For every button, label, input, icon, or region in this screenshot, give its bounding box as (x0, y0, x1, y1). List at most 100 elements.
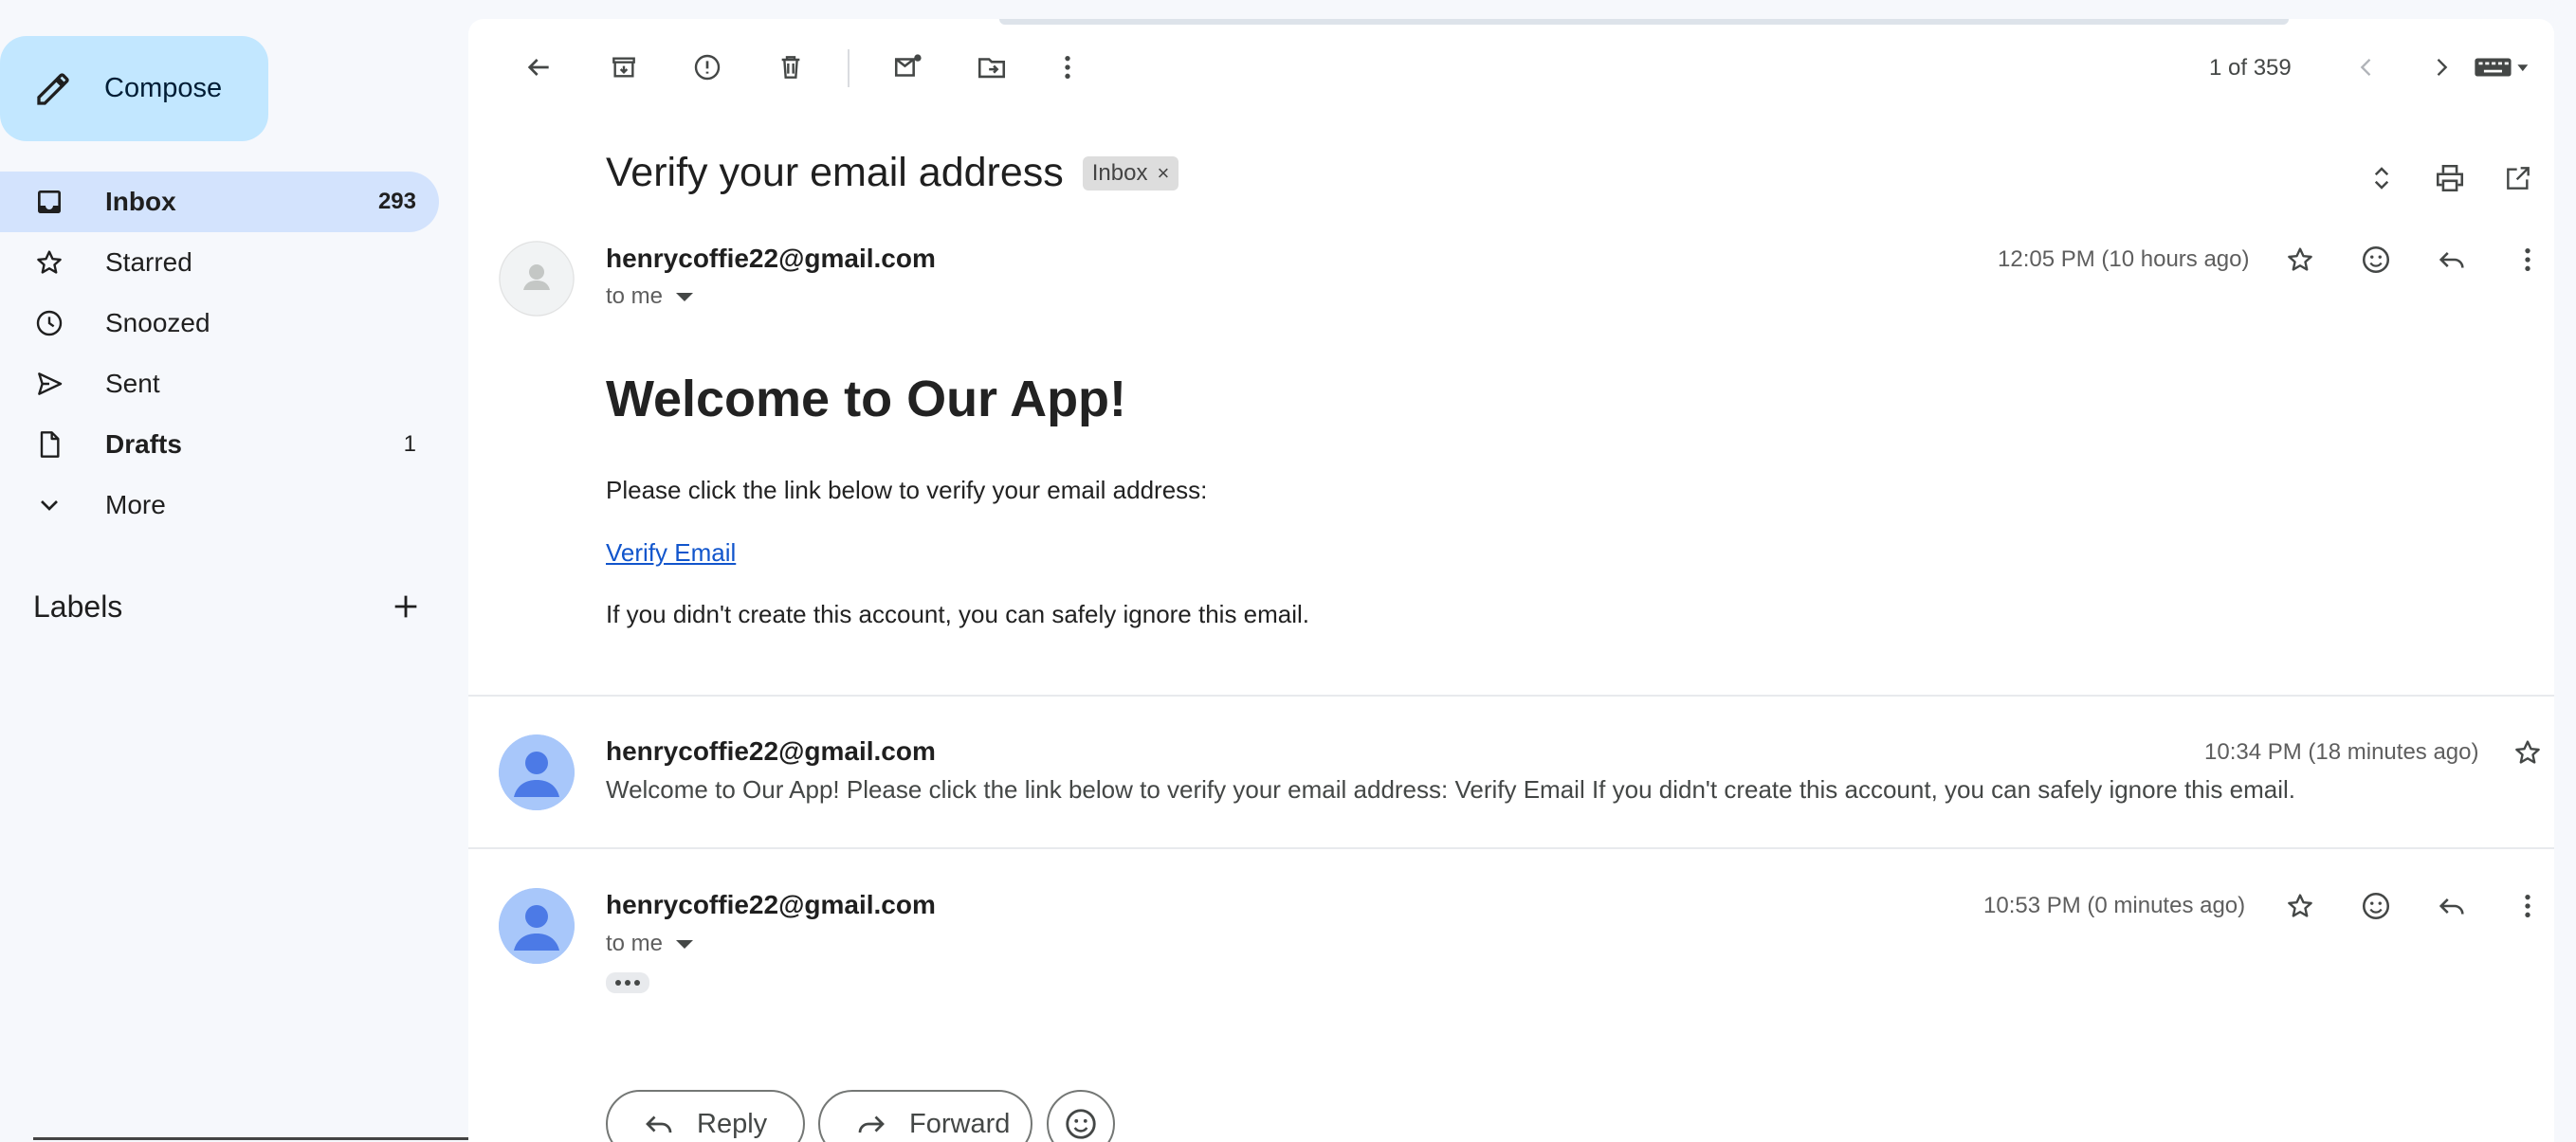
person-avatar-icon (499, 888, 575, 964)
plus-icon[interactable] (390, 590, 422, 623)
message-snippet[interactable]: Welcome to Our App! Please click the lin… (606, 775, 2295, 805)
recipient-text: to me (606, 931, 664, 956)
verify-email-link[interactable]: Verify Email (606, 538, 736, 568)
reply-label: Reply (697, 1108, 768, 1139)
sender-email[interactable]: henrycoffie22@gmail.com (606, 890, 936, 920)
message-divider (468, 695, 2554, 697)
sidebar-item-label: Inbox (105, 187, 176, 216)
sender-email[interactable]: henrycoffie22@gmail.com (606, 736, 936, 767)
archive-button[interactable] (603, 46, 645, 88)
sender-email[interactable]: henrycoffie22@gmail.com (606, 244, 936, 274)
message-more-button[interactable] (2507, 239, 2549, 281)
chevron-left-icon (2360, 59, 2371, 76)
avatar[interactable] (499, 734, 575, 810)
more-vert-icon (2525, 895, 2530, 917)
report-spam-icon (694, 54, 721, 81)
inbox-icon (38, 190, 61, 213)
recipient-details[interactable]: to me (606, 931, 694, 957)
emoji-icon (1066, 1109, 1096, 1139)
sidebar-item-label: Drafts (105, 429, 182, 459)
forward-button[interactable]: Forward (818, 1090, 1032, 1142)
star-icon (2288, 894, 2312, 917)
reply-icon-button[interactable] (2431, 885, 2473, 927)
avatar[interactable] (499, 888, 575, 964)
add-reaction-button[interactable] (2355, 239, 2397, 281)
message-divider (468, 847, 2554, 849)
sidebar-item-snoozed[interactable]: Snoozed (0, 293, 439, 353)
remove-label-icon[interactable]: × (1157, 161, 1169, 186)
labels-title: Labels (33, 589, 123, 624)
email-body-text: Please click the link below to verify yo… (606, 476, 1208, 504)
sidebar-item-label: Snoozed (105, 308, 210, 337)
caret-down-icon (676, 292, 694, 301)
reply-icon (2439, 252, 2464, 268)
reply-button[interactable]: Reply (606, 1090, 805, 1142)
message-timestamp: 10:53 PM (0 minutes ago) (1983, 893, 2246, 918)
reply-icon (2439, 898, 2464, 915)
sidebar-item-label: Sent (105, 369, 160, 398)
chevron-right-icon (2437, 59, 2448, 76)
reply-icon (646, 1115, 672, 1133)
open-in-new-icon (2507, 167, 2530, 190)
keyboard-icon (2475, 58, 2529, 77)
older-button[interactable] (2421, 46, 2462, 88)
expand-all-button[interactable] (2361, 157, 2402, 199)
recipient-details[interactable]: to me (606, 283, 694, 310)
move-to-icon (977, 58, 1006, 79)
avatar[interactable] (499, 241, 575, 317)
draft-count: 1 (403, 431, 416, 457)
subject-row: Verify your email address Inbox × (606, 150, 1179, 196)
add-reaction-button[interactable] (2355, 885, 2397, 927)
compose-button[interactable]: Compose (0, 36, 268, 141)
compose-label: Compose (104, 73, 223, 103)
back-button[interactable] (518, 46, 559, 88)
message-timestamp: 10:34 PM (18 minutes ago) (2204, 739, 2479, 765)
open-new-window-button[interactable] (2497, 157, 2539, 199)
delete-icon (781, 56, 800, 79)
chevron-down-icon (41, 500, 58, 511)
print-icon (2436, 164, 2464, 192)
email-body-heading: Welcome to Our App! (606, 371, 1127, 427)
unfold-icon (2374, 167, 2389, 190)
sidebar-item-more[interactable]: More (0, 475, 439, 535)
sidebar-item-starred[interactable]: Starred (0, 232, 439, 293)
star-button[interactable] (2507, 732, 2549, 773)
recipient-text: to me (606, 283, 664, 309)
sidebar-item-drafts[interactable]: Drafts 1 (0, 414, 439, 475)
email-subject: Verify your email address (606, 150, 1064, 195)
sidebar-item-label: Starred (105, 247, 192, 277)
input-tools-button[interactable] (2469, 46, 2535, 88)
message-timestamp: 12:05 PM (10 hours ago) (1998, 246, 2250, 272)
message-toolbar: 1 of 359 (468, 19, 2554, 114)
react-button[interactable] (1047, 1090, 1115, 1142)
move-to-button[interactable] (971, 46, 1013, 88)
inbox-label-chip[interactable]: Inbox × (1082, 155, 1179, 190)
forward-label: Forward (909, 1108, 1011, 1139)
label-chip-text: Inbox (1091, 159, 1148, 186)
unread-count: 293 (377, 189, 416, 214)
print-button[interactable] (2429, 157, 2471, 199)
sidebar-item-label: More (105, 490, 166, 519)
star-button[interactable] (2279, 239, 2321, 281)
delete-button[interactable] (770, 46, 812, 88)
star-button[interactable] (2279, 885, 2321, 927)
labels-header: Labels (33, 583, 422, 630)
sidebar-item-sent[interactable]: Sent (0, 353, 439, 414)
dot (625, 980, 630, 986)
report-spam-button[interactable] (686, 46, 728, 88)
show-trimmed-content-button[interactable] (606, 972, 649, 993)
pencil-icon (37, 72, 69, 105)
mark-unread-button[interactable] (887, 46, 929, 88)
more-vert-icon (1065, 56, 1070, 79)
draft-icon (40, 431, 60, 458)
mark-unread-icon (894, 54, 922, 77)
dot (615, 980, 621, 986)
message-more-button[interactable] (2507, 885, 2549, 927)
more-options-button[interactable] (1047, 46, 1088, 88)
reply-icon-button[interactable] (2431, 239, 2473, 281)
newer-button[interactable] (2346, 46, 2387, 88)
emoji-icon (2362, 245, 2390, 274)
sidebar-item-inbox[interactable]: Inbox 293 (0, 172, 439, 232)
person-avatar-icon (499, 734, 575, 810)
caret-down-icon (676, 939, 694, 949)
